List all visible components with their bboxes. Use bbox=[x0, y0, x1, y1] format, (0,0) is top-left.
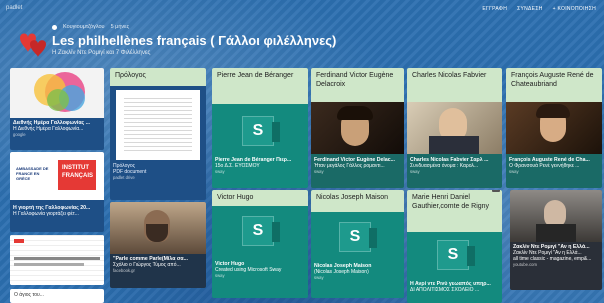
sway-logo-icon: S bbox=[437, 240, 475, 270]
sway-logo-icon: S bbox=[242, 116, 280, 146]
post-card-screenshot[interactable] bbox=[10, 235, 104, 285]
card-header-title: Marie Henri Daniel Gauthier,comte de Rig… bbox=[412, 194, 490, 210]
card-header: Ferdinand Victor Eugène Delacroix bbox=[311, 68, 404, 102]
post-title: Ο άγιος του... bbox=[14, 292, 44, 298]
post-card-fabvier[interactable]: Charles Nicolas Fabvier Charles Nicolas … bbox=[407, 68, 502, 188]
post-card-francophonie-celebration[interactable]: AMBASSADE DE FRANCE EN GRÈCE INSTITUT FR… bbox=[10, 152, 104, 232]
post-source: sway bbox=[215, 169, 225, 174]
card-header: Victor Hugo bbox=[212, 190, 308, 206]
sway-logo-icon: S bbox=[242, 216, 280, 246]
card-header-title: Victor Hugo bbox=[217, 194, 254, 201]
post-card-chateaubriand[interactable]: François Auguste René de Chateaubriand F… bbox=[506, 68, 602, 188]
more-options-icon[interactable]: ⋮ bbox=[492, 190, 500, 192]
card-header-title: Pierre Jean de Béranger bbox=[217, 72, 294, 79]
card-header-title: Ferdinand Victor Eugène Delacroix bbox=[316, 72, 394, 88]
post-desc: Ήταν μεγάλος Γάλλος ρομαντι... bbox=[314, 163, 385, 169]
post-card-delacroix[interactable]: Ferdinand Victor Eugène Delacroix Ferdin… bbox=[311, 68, 404, 188]
delacroix-portrait bbox=[311, 102, 404, 154]
board-subtitle: Η Ζακλίν Ντε Ρομιγί και 7 Φιλέλληνες bbox=[52, 50, 151, 56]
post-source: sway bbox=[215, 273, 225, 278]
card-header: Nicolas Joseph Maison bbox=[311, 190, 404, 212]
login-link[interactable]: ΣΥΝΔΕΣΗ bbox=[517, 6, 543, 12]
embassy-logo-text: AMBASSADE DE FRANCE EN GRÈCE bbox=[16, 166, 49, 181]
post-desc: Ο Φρανσουά Ρενέ γεννήθηκε ... bbox=[509, 163, 580, 169]
post-desc: 15ο Δ.Σ. ΕΥΟΣΜΟΥ bbox=[215, 163, 260, 169]
card-header: Marie Henri Daniel Gauthier,comte de Rig… bbox=[407, 190, 502, 232]
post-source: sway bbox=[314, 169, 324, 174]
card-header: Charles Nicolas Fabvier bbox=[407, 68, 502, 102]
pdf-preview bbox=[116, 90, 200, 160]
card-header-title: François Auguste René de Chateaubriand bbox=[511, 72, 594, 88]
prologue-title: Πρόλογος bbox=[115, 72, 146, 79]
chateaubriand-portrait bbox=[506, 102, 602, 154]
post-desc: Η Γαλλοφωνία γιορτάζει φέτ... bbox=[13, 211, 79, 217]
man-photo bbox=[110, 202, 206, 254]
prologue-header: Πρόλογος bbox=[110, 68, 206, 86]
post-desc: Created using Microsoft Sway bbox=[215, 267, 282, 273]
screenshot-image bbox=[10, 235, 104, 285]
top-bar: padlet ΕΓΓΡΑΦΗ ΣΥΝΔΕΣΗ + ΚΟΙΝΟΠΟΙΗΣΗ bbox=[0, 0, 604, 22]
padlet-logo[interactable]: padlet bbox=[6, 5, 22, 11]
post-source: sway bbox=[314, 275, 324, 280]
board-meta: Κουγιουμτζόγλου 5 μήνες bbox=[52, 24, 129, 30]
avatar bbox=[52, 24, 57, 30]
post-card-partial[interactable]: Ο άγιος του... bbox=[10, 289, 104, 303]
post-card-beranger[interactable]: Pierre Jean de Béranger S Pierre Jean de… bbox=[212, 68, 308, 188]
author-name: Κουγιουμτζόγλου bbox=[63, 24, 105, 30]
card-header-title: Charles Nicolas Fabvier bbox=[412, 72, 487, 79]
card-header-title: Nicolas Joseph Maison bbox=[316, 194, 388, 201]
file-source: padlet drive bbox=[113, 175, 135, 180]
signup-link[interactable]: ΕΓΓΡΑΦΗ bbox=[482, 6, 507, 12]
institut-francais-badge: INSTITUT FRANÇAIS bbox=[58, 160, 96, 190]
hearts-icon bbox=[20, 33, 46, 57]
post-card-francophonie-day[interactable]: Διεθνής Ημέρα Γαλλοφωνίας ... Η Διεθνής … bbox=[10, 68, 104, 150]
post-card-parle-comme[interactable]: "Parle comme Parle(Μίλα σα... Σχόλιο ο Γ… bbox=[110, 202, 206, 288]
institut-francais-logo: AMBASSADE DE FRANCE EN GRÈCE INSTITUT FR… bbox=[10, 152, 104, 200]
post-desc: ΔΙ ΑΠΟΛΙΤΙΣΜΟΣ ΣΧΟΛΕΙΟ ... bbox=[410, 287, 480, 293]
romilly-video-thumbnail bbox=[510, 190, 602, 242]
share-button[interactable]: + ΚΟΙΝΟΠΟΙΗΣΗ bbox=[553, 6, 596, 12]
post-desc: (Nicolas Joseph Maison) bbox=[314, 269, 369, 275]
post-source: sway bbox=[509, 169, 519, 174]
post-card-prologue[interactable]: Πρόλογος Πρόλογος PDF document padlet dr… bbox=[110, 68, 206, 200]
fabvier-portrait bbox=[407, 102, 502, 154]
post-source: facebook.gr bbox=[113, 268, 135, 273]
post-source: google bbox=[13, 132, 26, 137]
post-source: youtube.com bbox=[513, 262, 537, 267]
post-source: sway bbox=[410, 169, 420, 174]
board-title: Les philhellènes français ( Γάλλοι φιλέλ… bbox=[52, 33, 337, 48]
post-card-victor-hugo[interactable]: Victor Hugo S Victor Hugo Created using … bbox=[212, 190, 308, 298]
post-desc: Η Διεθνής Ημέρα Γαλλοφωνία... bbox=[13, 126, 84, 132]
post-age: 5 μήνες bbox=[110, 24, 130, 30]
top-nav: ΕΓΓΡΑΦΗ ΣΥΝΔΕΣΗ + ΚΟΙΝΟΠΟΙΗΣΗ bbox=[482, 6, 596, 12]
card-header: François Auguste René de Chateaubriand bbox=[506, 68, 602, 102]
post-card-maison[interactable]: Nicolas Joseph Maison S Nicolas Joseph M… bbox=[311, 190, 404, 298]
post-card-romilly-video[interactable]: Ζακλίν Ντε Ρομιγί "Αν η Ελλά... Ζακλίν Ν… bbox=[510, 190, 602, 290]
sway-logo-icon: S bbox=[339, 222, 377, 252]
post-card-rigny[interactable]: Marie Henri Daniel Gauthier,comte de Rig… bbox=[407, 190, 502, 303]
post-desc: Συνδυασμένα όνομα : Καρολ... bbox=[410, 163, 479, 169]
francophonie-image bbox=[10, 68, 104, 118]
card-header: Pierre Jean de Béranger bbox=[212, 68, 308, 104]
